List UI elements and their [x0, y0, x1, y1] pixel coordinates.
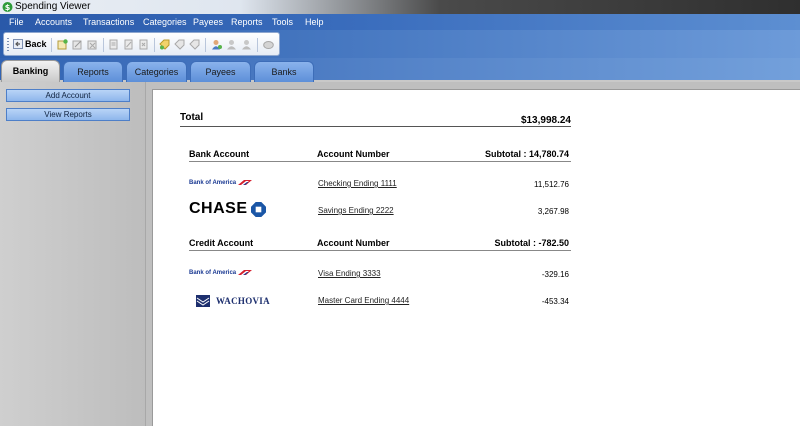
menu-categories[interactable]: Categories — [143, 17, 187, 27]
svg-text:$: $ — [5, 3, 11, 12]
title-bar: $ Spending Viewer — [0, 0, 800, 14]
tab-categories[interactable]: Categories — [126, 61, 187, 82]
chase-logo-text: CHASE — [189, 200, 248, 217]
mastercard-account-link[interactable]: Master Card Ending 4444 — [318, 296, 409, 305]
back-label: Back — [25, 39, 47, 49]
total-value: $13,998.24 — [520, 115, 571, 126]
menu-bar: File Accounts Transactions Categories Pa… — [0, 14, 800, 30]
savings-account-amount: 3,267.98 — [537, 207, 569, 216]
menu-transactions[interactable]: Transactions — [83, 17, 134, 27]
menu-reports[interactable]: Reports — [231, 17, 263, 27]
window-title: Spending Viewer — [15, 1, 91, 12]
bank-of-america-flag-icon — [238, 270, 253, 275]
edit-category-icon[interactable] — [174, 39, 185, 50]
checking-account-amount: 11,512.76 — [534, 180, 569, 189]
bank-header-divider — [189, 161, 571, 162]
wachovia-logo: WACHOVIA — [196, 295, 270, 307]
total-divider — [180, 126, 571, 127]
tab-banks[interactable]: Banks — [254, 61, 314, 82]
toolbar-separator — [205, 38, 206, 52]
delete-payee-icon[interactable] — [241, 39, 252, 50]
credit-account-header: Credit Account — [189, 238, 254, 248]
menu-tools[interactable]: Tools — [272, 17, 293, 27]
menu-payees[interactable]: Payees — [193, 17, 223, 27]
bank-icon[interactable] — [263, 39, 274, 50]
visa-account-amount: -329.16 — [541, 270, 569, 279]
menu-file[interactable]: File — [9, 17, 24, 27]
toolbar-area: Back — [0, 30, 800, 58]
back-button[interactable]: Back — [13, 37, 47, 51]
edit-payee-icon[interactable] — [226, 39, 237, 50]
bank-of-america-logo: Bank of America — [189, 269, 253, 276]
delete-category-icon[interactable] — [189, 39, 200, 50]
checking-account-link[interactable]: Checking Ending 1111 — [318, 179, 397, 188]
mastercard-account-amount: -453.34 — [541, 297, 569, 306]
add-account-button[interactable]: Add Account — [6, 89, 130, 102]
menu-accounts[interactable]: Accounts — [35, 17, 72, 27]
sidebar: Add Account View Reports — [0, 82, 146, 426]
tab-reports[interactable]: Reports — [63, 61, 123, 82]
chase-octagon-icon — [250, 201, 266, 217]
credit-header-divider — [189, 250, 571, 251]
wachovia-logo-text: WACHOVIA — [216, 296, 270, 306]
bank-account-number-header: Account Number — [317, 149, 390, 159]
bank-of-america-logo-text: Bank of America — [189, 269, 237, 276]
bank-account-header: Bank Account — [189, 149, 250, 159]
delete-transaction-icon[interactable] — [138, 39, 149, 50]
wachovia-mark-icon — [196, 295, 210, 307]
edit-account-icon[interactable] — [72, 39, 83, 50]
credit-account-number-header: Account Number — [317, 238, 390, 248]
tab-strip: Banking Reports Categories Payees Banks — [0, 58, 800, 82]
toolbar-separator — [51, 38, 52, 52]
new-payee-icon[interactable] — [211, 39, 222, 50]
total-label: Total — [180, 112, 204, 123]
new-account-icon[interactable] — [57, 39, 68, 50]
new-category-icon[interactable] — [159, 39, 170, 50]
tab-payees[interactable]: Payees — [190, 61, 251, 82]
edit-transaction-icon[interactable] — [123, 39, 134, 50]
tab-banking[interactable]: Banking — [1, 60, 60, 82]
bank-of-america-logo: Bank of America — [189, 179, 253, 186]
bank-subtotal: Subtotal : 14,780.74 — [484, 149, 569, 159]
menu-help[interactable]: Help — [305, 17, 324, 27]
bank-of-america-flag-icon — [238, 180, 253, 185]
delete-account-icon[interactable] — [87, 39, 98, 50]
chase-logo: CHASE — [189, 200, 266, 218]
back-arrow-icon — [13, 39, 23, 49]
toolbar-separator — [103, 38, 104, 52]
accounts-summary-panel: Total $13,998.24 Bank Account Account Nu… — [152, 89, 800, 426]
view-reports-button[interactable]: View Reports — [6, 108, 130, 121]
credit-subtotal: Subtotal : -782.50 — [494, 238, 569, 248]
bank-of-america-logo-text: Bank of America — [189, 179, 237, 186]
toolbar-separator — [154, 38, 155, 52]
toolbar: Back — [3, 32, 280, 56]
visa-account-link[interactable]: Visa Ending 3333 — [318, 269, 381, 278]
savings-account-link[interactable]: Savings Ending 2222 — [318, 206, 394, 215]
new-transaction-icon[interactable] — [108, 39, 119, 50]
dollar-app-icon: $ — [2, 2, 13, 12]
toolbar-separator — [257, 38, 258, 52]
toolbar-grip[interactable] — [7, 38, 9, 51]
